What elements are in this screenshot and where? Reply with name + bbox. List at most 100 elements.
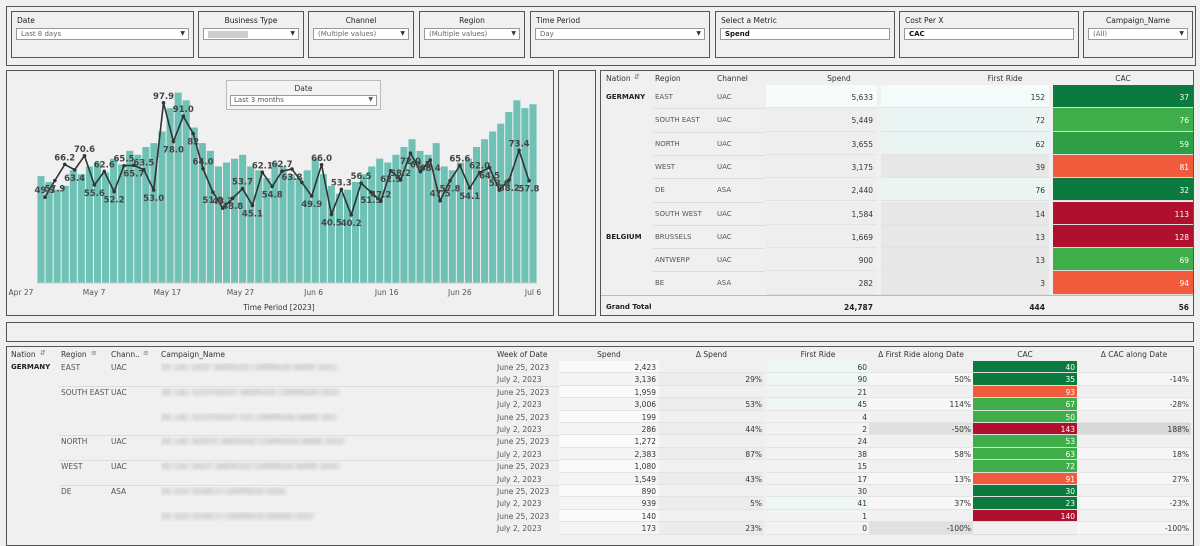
chart-date-filter[interactable]: Date Last 3 months ▼ bbox=[226, 80, 381, 110]
d-fr-bg bbox=[869, 509, 973, 523]
bar bbox=[489, 131, 497, 283]
bar bbox=[110, 158, 118, 283]
line-point bbox=[467, 186, 472, 190]
channel-cell: UAC bbox=[717, 209, 732, 218]
d-fr-bg bbox=[869, 410, 973, 423]
x-axis-title: Time Period [2023] bbox=[242, 303, 315, 312]
filter-dropdown[interactable]: Last 8 days ▼ bbox=[16, 28, 189, 40]
spend-cell: 1,669 bbox=[851, 232, 873, 242]
filter-input[interactable]: Spend bbox=[720, 28, 890, 40]
header-region: Region bbox=[655, 74, 681, 83]
d-fr-cell: 58% bbox=[954, 449, 971, 459]
data-label: 66.2 bbox=[54, 153, 75, 163]
week-cell: June 25, 2023 bbox=[497, 487, 550, 496]
data-label: 70.6 bbox=[74, 145, 95, 155]
region-cell: SOUTH EAST bbox=[655, 116, 700, 125]
filter-label: Select a Metric bbox=[721, 16, 777, 25]
first-ride-cell: 90 bbox=[857, 375, 867, 385]
data-label: 55.6 bbox=[84, 189, 105, 199]
cac-cell: 32 bbox=[1179, 186, 1189, 196]
filter-dropdown[interactable]: Day ▼ bbox=[535, 28, 705, 40]
cac-cell: 140 bbox=[1060, 511, 1075, 521]
data-label: 82 bbox=[187, 138, 199, 148]
chart-date-select[interactable]: Last 3 months ▼ bbox=[230, 95, 377, 106]
x-tick-label: May 27 bbox=[227, 288, 255, 297]
row-divider bbox=[653, 248, 765, 250]
week-cell: June 25, 2023 bbox=[497, 437, 550, 447]
grand-total-spend: 24,787 bbox=[844, 302, 873, 312]
data-label: 48.8 bbox=[222, 202, 243, 212]
first-ride-cell: 30 bbox=[857, 487, 867, 496]
filter-dropdown[interactable]: ▼ bbox=[203, 28, 299, 40]
header-nation[interactable]: Nation bbox=[11, 350, 36, 359]
filter-dropdown[interactable]: (Multiple values) ▼ bbox=[313, 28, 409, 40]
cac-cell: 72 bbox=[1065, 462, 1075, 472]
data-label: 58.2 bbox=[499, 184, 520, 194]
line-point bbox=[309, 194, 314, 198]
bar bbox=[118, 164, 126, 283]
header-channel[interactable]: Chann.. bbox=[111, 350, 140, 359]
data-label: 62.7 bbox=[272, 160, 293, 170]
line-point bbox=[428, 158, 433, 162]
cac-cell: 50 bbox=[1065, 412, 1075, 422]
first-ride-cell: 21 bbox=[857, 387, 867, 397]
data-label: 62.1 bbox=[252, 161, 273, 171]
campaign-cell: DE UAC WEST ANDROID CAMPAIGN NAME 0005 bbox=[161, 462, 340, 472]
line-point bbox=[349, 213, 354, 217]
d-spend-cell: 44% bbox=[745, 425, 762, 434]
cac-cell: 69 bbox=[1179, 256, 1189, 266]
region-cell: EAST bbox=[61, 363, 81, 372]
data-label: 54.1 bbox=[459, 192, 480, 202]
data-label: 63.4 bbox=[64, 174, 85, 184]
spend-cell: 2,440 bbox=[851, 186, 873, 196]
filter-dropdown[interactable]: (Multiple values) ▼ bbox=[424, 28, 520, 40]
line-point bbox=[270, 184, 274, 189]
d-spend-cell: 23% bbox=[745, 524, 762, 534]
spend-cell: 1,080 bbox=[634, 462, 656, 472]
chevron-down-icon: ▼ bbox=[180, 30, 185, 37]
chart-date-select-value: Last 3 months bbox=[234, 96, 284, 104]
line-point bbox=[112, 189, 116, 194]
data-label: 52.2 bbox=[104, 196, 125, 206]
bar bbox=[271, 162, 279, 283]
nation-cell: GERMANY bbox=[606, 93, 646, 101]
region-cell: ANTWERP bbox=[655, 256, 690, 265]
filter-value: (All) bbox=[1093, 30, 1108, 38]
line-point bbox=[408, 151, 413, 155]
line-point bbox=[230, 196, 235, 200]
header-region[interactable]: Region bbox=[61, 350, 87, 359]
data-label: 63.5 bbox=[133, 159, 154, 169]
data-label: 91.0 bbox=[173, 105, 194, 115]
first-ride-cell: 39 bbox=[1035, 162, 1045, 172]
channel-cell: UAC bbox=[717, 232, 732, 241]
d-cac-cell: 27% bbox=[1172, 474, 1189, 484]
total-divider bbox=[601, 294, 1193, 296]
cac-cell: 30 bbox=[1065, 487, 1075, 496]
header-nation[interactable]: Nation bbox=[606, 74, 631, 83]
bar bbox=[182, 100, 190, 283]
filter-cost-per-x: Cost Per X CAC bbox=[899, 11, 1079, 58]
first-ride-cell: 62 bbox=[1035, 139, 1045, 149]
cac-cell: 91 bbox=[1065, 474, 1075, 484]
cac-cell: 113 bbox=[1174, 209, 1189, 219]
channel-cell: UAC bbox=[717, 256, 732, 265]
bar bbox=[521, 108, 529, 283]
x-tick-label: Jul 6 bbox=[524, 288, 541, 297]
first-ride-cell: 76 bbox=[1035, 186, 1045, 196]
line-point bbox=[527, 178, 531, 183]
data-label: 40.2 bbox=[341, 219, 362, 229]
cac-cell: 59 bbox=[1179, 139, 1189, 149]
filter-dropdown[interactable]: (All) ▼ bbox=[1088, 28, 1188, 40]
filter-input[interactable]: CAC bbox=[904, 28, 1074, 40]
data-label: 53.0 bbox=[143, 194, 164, 204]
bar bbox=[190, 127, 198, 283]
region-cell: BE bbox=[655, 279, 665, 288]
grand-total-first-ride: 444 bbox=[1029, 302, 1045, 312]
d-cac-cell: 18% bbox=[1172, 449, 1189, 459]
data-label: 45.1 bbox=[242, 209, 263, 219]
bar bbox=[295, 178, 303, 283]
filter-value: (Multiple values) bbox=[318, 30, 377, 38]
bar bbox=[53, 189, 61, 283]
data-label: 54.8 bbox=[262, 191, 283, 201]
bar bbox=[400, 147, 408, 283]
